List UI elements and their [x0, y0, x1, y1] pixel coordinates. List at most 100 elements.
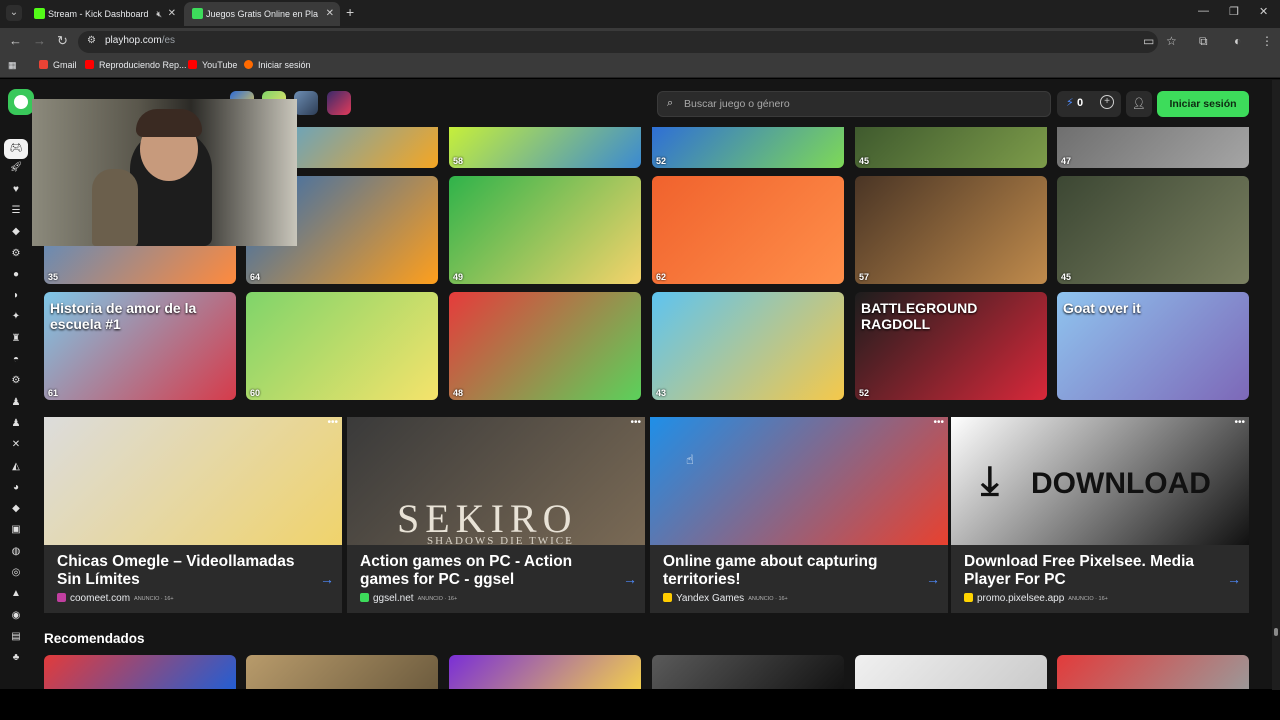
user-icon[interactable]: 👤︎ — [1126, 91, 1152, 117]
brain-icon[interactable]: ◍ — [8, 544, 24, 560]
login-button[interactable]: Iniciar sesión — [1157, 91, 1249, 117]
restore-icon[interactable]: ❐ — [1229, 5, 1239, 18]
ad-options-icon[interactable]: ••• — [630, 417, 641, 428]
search-box[interactable]: ⌕ — [657, 91, 1051, 117]
recommended-game-tile[interactable] — [652, 655, 844, 689]
gamepad-icon[interactable]: 🎮︎ — [4, 139, 28, 159]
ad-arrow-icon[interactable]: → — [623, 571, 637, 587]
search-input[interactable] — [684, 96, 1034, 112]
game-tile[interactable]: 58 — [449, 127, 641, 168]
puzzle-icon[interactable]: ◆ — [8, 224, 24, 240]
game-tile[interactable]: Historia de amor de la escuela #1 61 — [44, 292, 236, 400]
ad-arrow-icon[interactable]: → — [926, 571, 940, 587]
target-icon[interactable]: ◎ — [8, 565, 24, 581]
close-window-icon[interactable]: ✕ — [1259, 5, 1268, 18]
bookmark-gmail[interactable]: Gmail — [39, 60, 77, 70]
recommended-game-tile[interactable] — [246, 655, 438, 689]
ad-arrow-icon[interactable]: → — [1227, 571, 1241, 587]
game-tile[interactable]: 47 — [1057, 127, 1249, 168]
planet-icon[interactable]: ◕ — [8, 480, 24, 496]
mask-icon[interactable]: ◗ — [8, 288, 24, 304]
bookmark-iniciar-sesion[interactable]: Iniciar sesión — [244, 60, 311, 70]
ad-headline[interactable]: Chicas Omegle – Videollamadas Sin Límite… — [57, 553, 307, 589]
ad-source[interactable]: ggsel.net ANUNCIO · 16+ — [360, 593, 457, 604]
tab-search-button[interactable]: ⌄ — [6, 5, 22, 21]
reload-icon[interactable]: ↻ — [57, 33, 68, 49]
profile-icon[interactable]: ◐ — [1234, 34, 1241, 48]
game-tile[interactable]: 45 — [1057, 176, 1249, 284]
bookmark-reproduciendo[interactable]: Reproduciendo Rep... — [85, 60, 187, 70]
book-icon[interactable]: ▤ — [8, 629, 24, 645]
ad-source[interactable]: Yandex Games ANUNCIO · 16+ — [663, 593, 788, 604]
recommended-game-tile[interactable] — [449, 655, 641, 689]
ball-icon[interactable]: ● — [8, 267, 24, 283]
cast-icon[interactable]: ▭ — [1143, 34, 1154, 48]
game-tile[interactable]: 62 — [652, 176, 844, 284]
game-tile[interactable]: 60 — [246, 292, 438, 400]
car-icon[interactable]: ◭ — [8, 459, 24, 475]
game-tile[interactable]: BATTLEGROUND RAGDOLL 52 — [855, 292, 1047, 400]
bookmark-star-icon[interactable]: ☆ — [1166, 34, 1177, 48]
puzzle-icon[interactable]: ◆ — [8, 501, 24, 517]
ad-source[interactable]: coomeet.com ANUNCIO · 16+ — [57, 593, 174, 604]
new-tab-button[interactable]: + — [346, 4, 354, 20]
ad-headline[interactable]: Online game about capturing territories! — [663, 553, 913, 589]
playhop-logo-icon[interactable] — [8, 89, 34, 115]
ad-options-icon[interactable]: ••• — [327, 417, 338, 428]
coins-widget[interactable]: ⚡︎ 0 + — [1057, 91, 1121, 117]
box-icon[interactable]: ▣ — [8, 522, 24, 538]
site-controls-icon[interactable]: ⚙︎ — [87, 35, 96, 46]
minimize-icon[interactable]: — — [1198, 5, 1209, 17]
ad-card[interactable]: ••• Chicas Omegle – Videollamadas Sin Lím… — [44, 417, 342, 613]
gear-icon[interactable]: ⚙︎ — [8, 246, 24, 262]
swords-icon[interactable]: ✕ — [8, 437, 24, 453]
runner-icon[interactable]: ✦ — [8, 309, 24, 325]
extensions-icon[interactable]: ⧉ — [1199, 34, 1208, 49]
bookmark-youtube[interactable]: YouTube — [188, 60, 237, 70]
ad-card[interactable]: SEKIRO SHADOWS DIE TWICE ••• Action games o… — [347, 417, 645, 613]
hat-icon[interactable]: ▲ — [8, 586, 24, 602]
ghost-icon[interactable]: ◓ — [8, 352, 24, 368]
ad-source[interactable]: promo.pixelsee.app ANUNCIO · 16+ — [964, 593, 1108, 604]
gear-icon[interactable]: ⚙︎ — [8, 373, 24, 389]
forward-icon[interactable]: → — [33, 33, 46, 48]
list-icon[interactable]: ☰ — [8, 203, 24, 219]
game-tile[interactable]: 48 — [449, 292, 641, 400]
back-icon[interactable]: ← — [9, 33, 22, 48]
club-icon[interactable]: ♣ — [8, 650, 24, 666]
apps-grid-icon[interactable]: ▦ — [8, 60, 17, 71]
recommended-game-tile[interactable] — [1057, 655, 1249, 689]
rocket-icon[interactable]: 🚀︎ — [8, 160, 24, 176]
recommended-game-tile[interactable] — [855, 655, 1047, 689]
game-tile[interactable]: 52 — [652, 127, 844, 168]
user-icon[interactable]: ◉ — [8, 608, 24, 624]
ad-headline[interactable]: Download Free Pixelsee. Media Player For… — [964, 553, 1214, 589]
person-icon[interactable]: ♟ — [8, 416, 24, 432]
muted-speaker-icon[interactable]: 🔇︎ — [156, 2, 162, 26]
url-field[interactable]: ⚙︎ playhop.com/es — [78, 31, 1158, 53]
recent-game-thumb[interactable] — [327, 91, 351, 115]
ad-card[interactable]: ••• Online game about capturing territori… — [650, 417, 948, 613]
ad-arrow-icon[interactable]: → — [320, 571, 334, 587]
game-tile[interactable]: 43 — [652, 292, 844, 400]
castle-icon[interactable]: ♜ — [8, 331, 24, 347]
menu-icon[interactable]: ⋮ — [1261, 34, 1273, 48]
ad-card[interactable]: ⤓ DOWNLOAD ••• Download Free Pixelsee. Medi… — [951, 417, 1249, 613]
recent-game-thumb[interactable] — [294, 91, 318, 115]
game-tile[interactable]: 45 — [855, 127, 1047, 168]
tab-playhop[interactable]: Juegos Gratis Online en Playhop ✕ — [184, 2, 340, 26]
close-tab-icon[interactable]: ✕ — [326, 2, 334, 26]
game-tile[interactable]: 57 — [855, 176, 1047, 284]
heart-icon[interactable]: ♥ — [8, 182, 24, 198]
tab-kick-dashboard[interactable]: Stream - Kick Dashboard 🔇︎ ✕ — [26, 2, 182, 26]
close-tab-icon[interactable]: ✕ — [168, 2, 176, 26]
scrollbar-thumb[interactable] — [1274, 628, 1278, 636]
ad-headline[interactable]: Action games on PC - Action games for PC… — [360, 553, 610, 589]
ad-options-icon[interactable]: ••• — [933, 417, 944, 428]
add-coins-icon[interactable]: + — [1100, 95, 1114, 109]
game-tile[interactable]: Goat over it — [1057, 292, 1249, 400]
recommended-game-tile[interactable] — [44, 655, 236, 689]
game-tile[interactable]: 49 — [449, 176, 641, 284]
page-scrollbar[interactable] — [1272, 80, 1280, 690]
person-icon[interactable]: ♟ — [8, 395, 24, 411]
